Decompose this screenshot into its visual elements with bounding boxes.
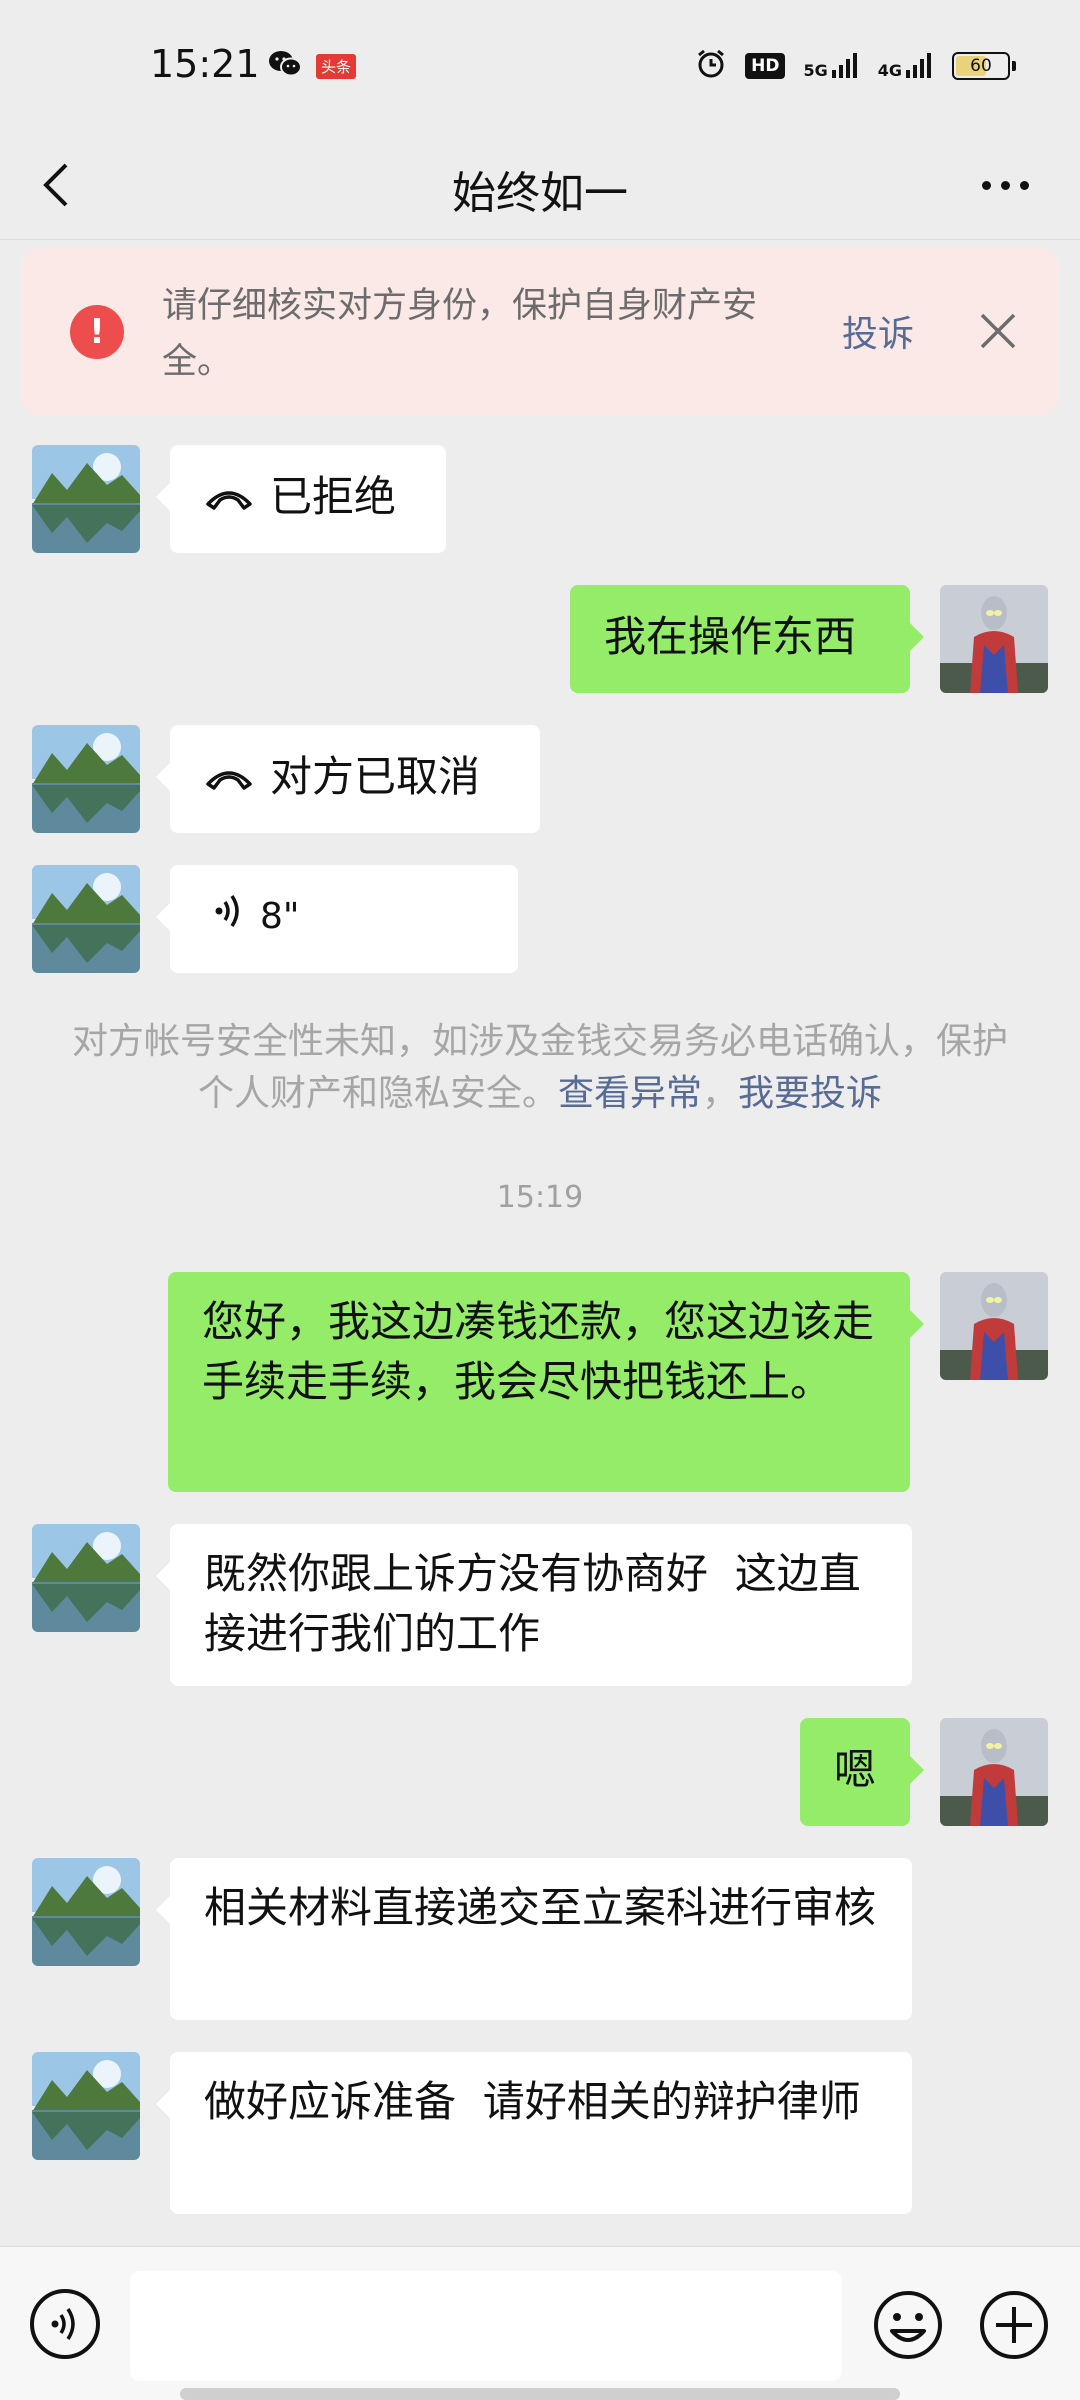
close-icon: [980, 313, 1016, 349]
voice-duration: 8": [260, 896, 300, 937]
voice-message[interactable]: 8": [156, 865, 518, 973]
message-call-rejected[interactable]: 已拒绝: [156, 445, 446, 553]
hd-icon: HD: [745, 53, 786, 79]
contact-avatar[interactable]: [32, 1524, 140, 1632]
signal-4g-icon: 4G: [878, 52, 934, 80]
net-label-5g: 5G: [803, 61, 828, 80]
message-text: 嗯: [833, 1745, 876, 1794]
status-indicators: HD 5G 4G 60: [695, 48, 1016, 84]
message-text: 既然你跟上诉方没有协商好 这边直接进行我们的工作: [204, 1549, 861, 1658]
contact-avatar[interactable]: [32, 445, 140, 553]
phone-hangup-icon: [204, 762, 254, 792]
message-received[interactable]: 做好应诉准备 请好相关的辩护律师: [156, 2052, 912, 2214]
message-text: 相关材料直接递交至立案科进行审核: [204, 1883, 877, 1932]
contact-avatar[interactable]: [32, 725, 140, 833]
plus-icon: [980, 2291, 1048, 2359]
emoji-button[interactable]: [872, 2289, 944, 2361]
net-label-4g: 4G: [877, 61, 902, 80]
message-text: 做好应诉准备 请好相关的辩护律师: [204, 2077, 861, 2126]
alarm-icon: [695, 48, 727, 84]
close-banner-button[interactable]: [967, 300, 1029, 362]
message-text: 对方已取消: [270, 752, 481, 801]
message-text: 您好，我这边凑钱还款，您这边该走手续走手续，我会尽快把钱还上。: [202, 1297, 875, 1406]
message-sent[interactable]: 嗯: [800, 1718, 924, 1826]
home-indicator: [180, 2388, 900, 2400]
status-notification-icons: 头条: [268, 50, 357, 82]
chat-header: 始终如一: [0, 135, 1080, 240]
system-security-notice: 对方帐号安全性未知，如涉及金钱交易务必电话确认，保护个人财产和隐私安全。查看异常…: [60, 1016, 1020, 1120]
more-dot-icon: [1000, 180, 1010, 190]
exclamation-icon: !: [70, 305, 124, 359]
battery-icon: 60: [952, 52, 1016, 80]
message-timestamp: 15:19: [496, 1180, 584, 1215]
more-functions-button[interactable]: [978, 2289, 1050, 2361]
toutiao-icon: 头条: [316, 53, 357, 79]
wechat-icon: [268, 50, 302, 82]
battery-level: 60: [970, 56, 992, 76]
complain-link[interactable]: 投诉: [842, 305, 914, 357]
message-received[interactable]: 相关材料直接递交至立案科进行审核: [156, 1858, 912, 2020]
message-input[interactable]: [130, 2271, 842, 2381]
message-sent[interactable]: 您好，我这边凑钱还款，您这边该走手续走手续，我会尽快把钱还上。: [168, 1272, 924, 1492]
signal-5g-icon: 5G: [803, 52, 859, 80]
status-bar: 15:21 头条 HD 5G 4G 60: [0, 0, 1080, 135]
voice-wave-icon: [51, 2308, 75, 2340]
my-avatar[interactable]: [940, 1272, 1048, 1380]
voice-input-toggle[interactable]: [30, 2289, 100, 2359]
security-warning-banner: ! 请仔细核实对方身份，保护自身财产安全。 投诉: [22, 248, 1058, 416]
contact-avatar[interactable]: [32, 865, 140, 973]
message-text: 我在操作东西: [604, 612, 857, 661]
report-link[interactable]: 我要投诉: [738, 1073, 882, 1114]
contact-avatar[interactable]: [32, 2052, 140, 2160]
message-input-bar: [0, 2246, 1080, 2400]
more-dot-icon: [1019, 180, 1029, 190]
warning-text: 请仔细核实对方身份，保护自身财产安全。: [162, 286, 758, 382]
voice-wave-icon: [214, 887, 244, 947]
message-sent[interactable]: 我在操作东西: [570, 585, 924, 693]
contact-avatar[interactable]: [32, 1858, 140, 1966]
my-avatar[interactable]: [940, 585, 1048, 693]
view-abnormal-link[interactable]: 查看异常: [558, 1073, 702, 1114]
chat-title: 始终如一: [452, 168, 628, 219]
phone-hangup-icon: [204, 482, 254, 512]
status-time: 15:21: [150, 42, 260, 86]
my-avatar[interactable]: [940, 1718, 1048, 1826]
more-options-button[interactable]: [970, 155, 1040, 215]
message-text: 已拒绝: [270, 472, 397, 521]
message-received[interactable]: 既然你跟上诉方没有协商好 这边直接进行我们的工作: [156, 1524, 912, 1686]
notice-separator: ，: [702, 1073, 739, 1114]
message-call-cancelled[interactable]: 对方已取消: [156, 725, 540, 833]
smiley-icon: [874, 2291, 942, 2359]
more-dot-icon: [981, 180, 991, 190]
